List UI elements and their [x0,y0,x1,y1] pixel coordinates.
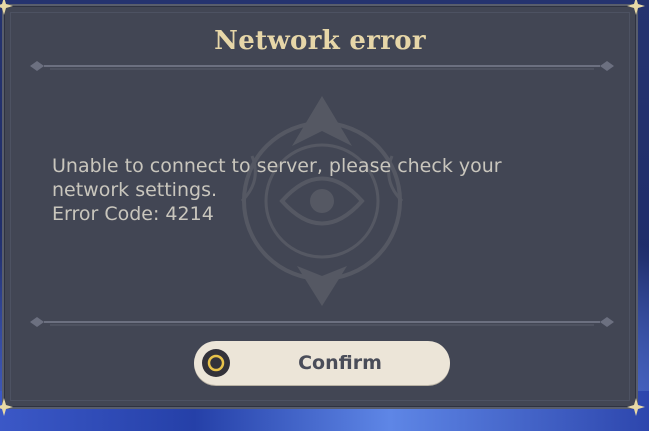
game-scene-backdrop: Network error Unable to connect to serve… [0,0,649,431]
error-code: Error Code: 4214 [52,203,214,225]
error-message-line: Unable to connect to server, please chec… [52,155,502,177]
title-divider [30,61,614,71]
confirm-button[interactable]: Confirm [194,341,450,385]
confirm-button-label: Confirm [298,352,382,374]
corner-star-icon [627,398,645,416]
corner-star-icon [627,0,645,15]
corner-star-icon [0,0,13,15]
error-message: Unable to connect to server, please chec… [52,154,592,226]
dialog-title: Network error [214,26,426,56]
footer-divider [30,317,614,327]
error-message-line: network settings. [52,179,218,201]
corner-star-icon [0,398,13,416]
circle-button-icon [202,349,230,377]
network-error-dialog: Network error Unable to connect to serve… [0,0,645,416]
